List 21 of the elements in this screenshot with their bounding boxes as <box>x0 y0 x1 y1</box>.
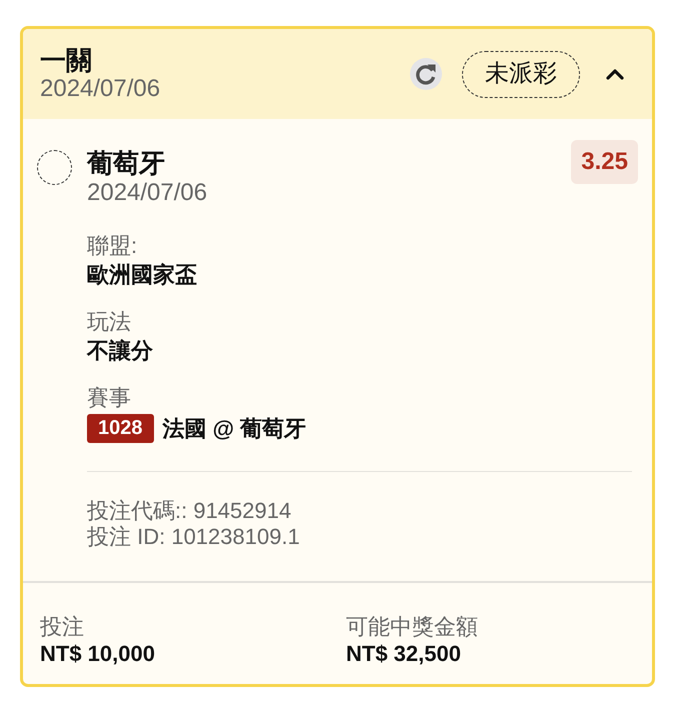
selection-date: 2024/07/06 <box>87 179 208 207</box>
summary-label: 投注 <box>40 613 84 641</box>
bet-id-text: 投注 ID: 101238109.1 <box>87 524 300 550</box>
event-matchup: 法國 @ 葡萄牙 <box>162 415 306 443</box>
refresh-button[interactable] <box>410 58 442 90</box>
bet-type-title: 一關 <box>40 45 92 75</box>
selection-name: 葡萄牙 <box>87 148 165 179</box>
odds-badge: 3.25 <box>571 140 638 184</box>
refresh-icon <box>415 63 437 85</box>
bet-code-text: 投注代碼:: 91452914 <box>87 498 292 524</box>
field-label: 賽事 <box>87 384 131 412</box>
event-code-badge: 1028 <box>87 414 154 443</box>
field-label: 玩法 <box>87 308 131 336</box>
summary-amount: NT$ 10,000 <box>40 641 155 667</box>
bet-date: 2024/07/06 <box>40 75 160 103</box>
summary-label: 可能中獎金額 <box>346 613 478 641</box>
status-badge: 未派彩 <box>462 50 580 98</box>
field-value: 不讓分 <box>87 337 153 365</box>
field-value: 歐洲國家盃 <box>87 261 197 289</box>
field-label: 聯盟: <box>87 232 138 260</box>
summary-amount: NT$ 32,500 <box>346 641 461 667</box>
